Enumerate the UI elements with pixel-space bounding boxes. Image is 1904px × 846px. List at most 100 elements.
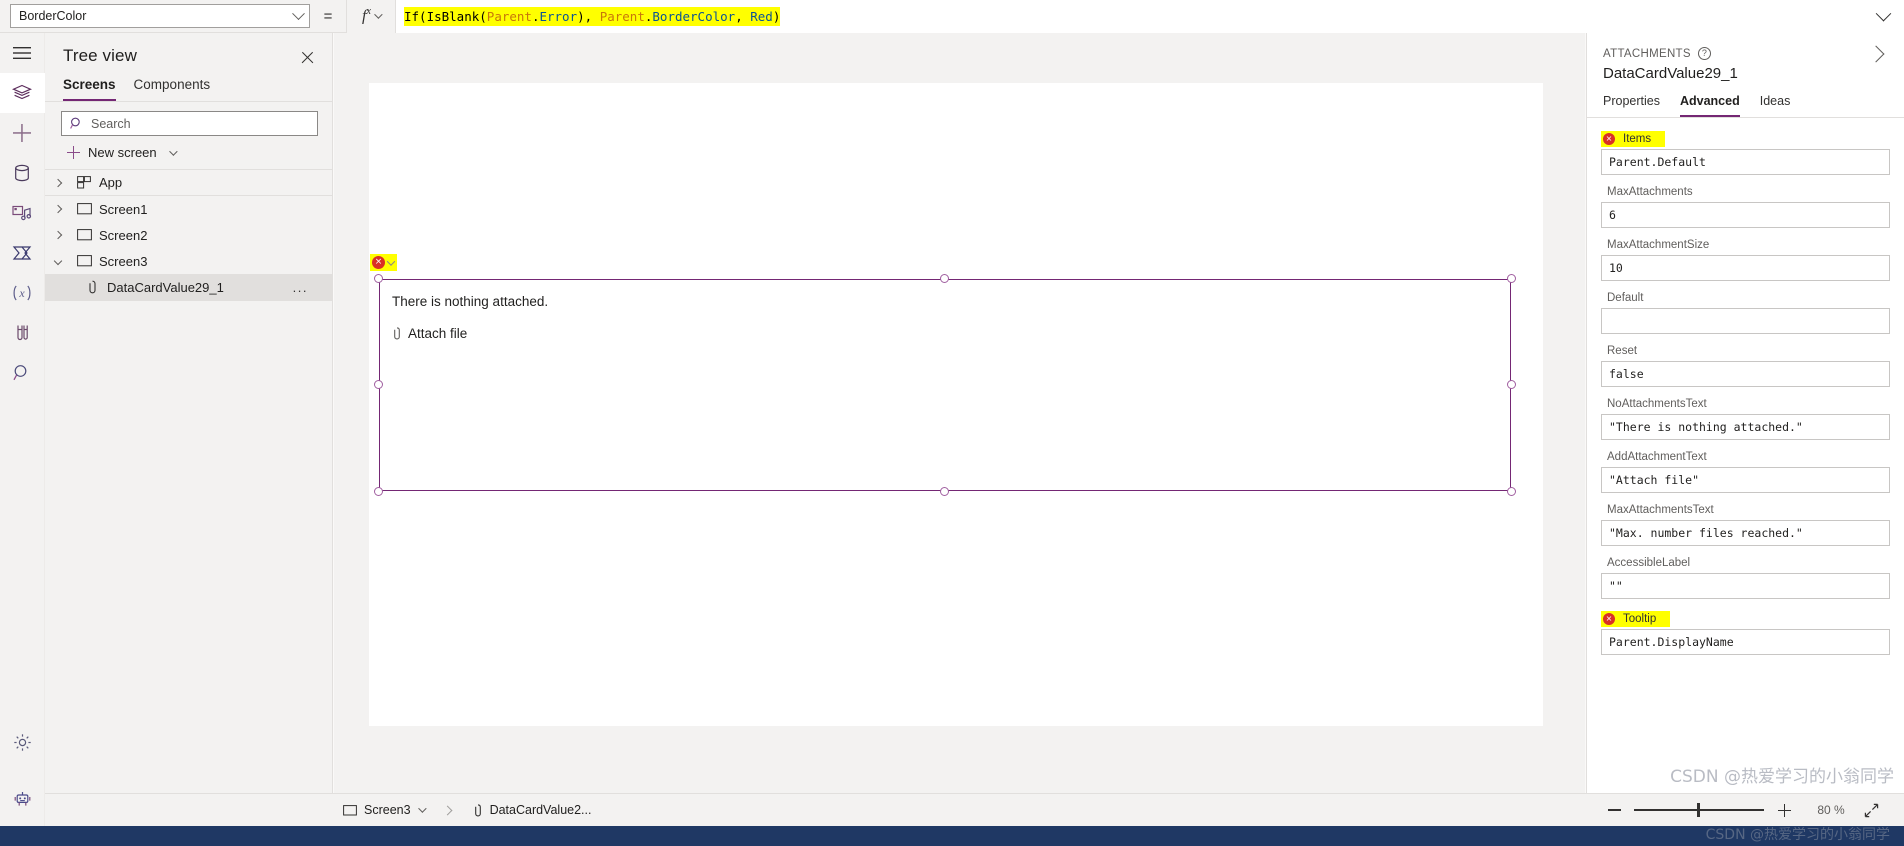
breadcrumb-label: DataCardValue2... — [489, 803, 592, 817]
zoom-slider-thumb[interactable] — [1697, 803, 1700, 817]
resize-handle-middle-left[interactable] — [374, 380, 383, 389]
canvas-error-badge[interactable]: × — [370, 254, 397, 271]
svg-text:x: x — [18, 286, 25, 300]
formula-expand-button[interactable] — [1862, 0, 1904, 33]
field-label-reset: Reset — [1607, 345, 1638, 357]
expand-toggle[interactable] — [45, 256, 71, 266]
resize-handle-bottom-middle[interactable] — [940, 487, 949, 496]
field-input-default[interactable] — [1601, 308, 1890, 334]
zoom-out-button[interactable] — [1600, 796, 1628, 824]
tree-node-app[interactable]: App — [45, 170, 332, 196]
formula-text: If(IsBlank(Parent.Error), Parent.BorderC… — [404, 6, 781, 26]
field-input-items[interactable]: Parent.Default — [1601, 149, 1890, 175]
chevron-down-icon — [374, 10, 383, 19]
field-label-text: Tooltip — [1623, 613, 1657, 625]
rail-item-data[interactable] — [0, 153, 45, 193]
app-screen-canvas[interactable]: × There is nothing attached. Attach file — [369, 83, 1543, 726]
field-label-maxattachmentsize: MaxAttachmentSize — [1607, 239, 1710, 251]
properties-field-list: × Items Parent.Default MaxAttachments 6 … — [1587, 118, 1904, 846]
field-label-maxattachments: MaxAttachments — [1607, 186, 1693, 198]
rail-item-power-automate[interactable] — [0, 233, 45, 273]
tree-view-title: Tree view — [63, 46, 137, 65]
media-icon — [12, 205, 32, 221]
close-icon[interactable] — [300, 50, 316, 66]
breadcrumb-item-datacardvalue[interactable]: DataCardValue2... — [473, 803, 592, 817]
zoom-in-button[interactable] — [1770, 796, 1798, 824]
field-input-accessiblelabel[interactable]: "" — [1601, 573, 1890, 599]
rail-item-settings[interactable] — [0, 722, 45, 762]
tree-view-tabs: Screens Components — [45, 66, 332, 102]
tree-node-datacardvalue29-1[interactable]: DataCardValue29_1 ... — [45, 274, 332, 300]
resize-handle-middle-right[interactable] — [1507, 380, 1516, 389]
resize-handle-top-right[interactable] — [1507, 274, 1516, 283]
hamburger-menu-icon — [13, 47, 31, 59]
rail-item-tests[interactable] — [0, 313, 45, 353]
property-dropdown[interactable]: BorderColor — [10, 4, 310, 28]
field-label-addattachmenttext: AddAttachmentText — [1607, 451, 1707, 463]
field-input-reset[interactable]: false — [1601, 361, 1890, 387]
plus-icon — [1777, 803, 1791, 817]
tree-node-screen3[interactable]: Screen3 — [45, 248, 332, 274]
attachments-control[interactable]: There is nothing attached. Attach file — [379, 279, 1511, 491]
resize-handle-bottom-right[interactable] — [1507, 487, 1516, 496]
field-default: Default — [1601, 290, 1890, 334]
chevron-down-icon — [1875, 5, 1891, 21]
power-automate-icon — [12, 246, 32, 260]
tab-ideas[interactable]: Ideas — [1760, 94, 1791, 117]
tab-screens[interactable]: Screens — [63, 77, 116, 101]
breadcrumb-item-screen3[interactable]: Screen3 — [343, 803, 427, 817]
attachment-icon — [394, 327, 400, 340]
canvas-area[interactable]: × There is nothing attached. Attach file — [334, 33, 1585, 813]
fx-button[interactable]: fx — [346, 0, 396, 33]
field-addattachmenttext: AddAttachmentText "Attach file" — [1601, 449, 1890, 493]
tab-properties[interactable]: Properties — [1603, 94, 1660, 117]
tree-node-screen1[interactable]: Screen1 — [45, 196, 332, 222]
tab-advanced[interactable]: Advanced — [1679, 94, 1740, 117]
chevron-down-icon — [168, 146, 178, 156]
chevron-right-icon — [53, 204, 63, 214]
expand-toggle[interactable] — [45, 178, 71, 187]
attachments-control-wrapper[interactable]: × There is nothing attached. Attach file — [370, 254, 1516, 496]
properties-panel-tabs: Properties Advanced Ideas — [1587, 82, 1904, 118]
rail-item-variables[interactable]: x — [0, 273, 45, 313]
properties-panel: ATTACHMENTS ? DataCardValue29_1 Properti… — [1586, 33, 1904, 813]
chevron-down-icon[interactable] — [417, 804, 427, 813]
rail-item-copilot[interactable] — [0, 780, 45, 820]
resize-handle-bottom-left[interactable] — [374, 487, 383, 496]
rail-item-insert[interactable] — [0, 113, 45, 153]
left-rail: x — [0, 33, 45, 846]
attachment-icon — [79, 280, 105, 294]
tree-view-list: App Screen1 Screen2 Screen3 DataCardValu… — [45, 170, 332, 301]
field-input-maxattachments[interactable]: 6 — [1601, 202, 1890, 228]
field-input-maxattachmentsize[interactable]: 10 — [1601, 255, 1890, 281]
search-input[interactable]: Search — [61, 111, 318, 136]
rail-item-search[interactable] — [0, 353, 45, 393]
error-icon: × — [1603, 613, 1615, 625]
expand-toggle[interactable] — [45, 204, 71, 214]
rail-item-tree-view[interactable] — [0, 73, 45, 113]
resize-handle-top-middle[interactable] — [940, 274, 949, 283]
attach-file-button[interactable]: Attach file — [392, 326, 467, 341]
formula-input[interactable]: If(IsBlank(Parent.Error), Parent.BorderC… — [396, 0, 1862, 33]
field-input-tooltip[interactable]: Parent.DisplayName — [1601, 629, 1890, 655]
field-items: × Items Parent.Default — [1601, 128, 1890, 175]
resize-handle-top-left[interactable] — [374, 274, 383, 283]
zoom-slider[interactable] — [1634, 800, 1764, 820]
tree-node-overflow-button[interactable]: ... — [293, 280, 308, 295]
field-input-addattachmenttext[interactable]: "Attach file" — [1601, 467, 1890, 493]
field-input-maxattachmentstext[interactable]: "Max. number files reached." — [1601, 520, 1890, 546]
rail-item-media[interactable] — [0, 193, 45, 233]
help-icon[interactable]: ? — [1697, 47, 1711, 60]
minus-icon — [1607, 809, 1621, 811]
tree-node-screen2[interactable]: Screen2 — [45, 222, 332, 248]
rail-item-hamburger-menu[interactable] — [0, 33, 45, 73]
field-label-noattachmentstext: NoAttachmentsText — [1607, 398, 1707, 410]
field-input-noattachmentstext[interactable]: "There is nothing attached." — [1601, 414, 1890, 440]
screen-icon — [343, 804, 357, 815]
expand-toggle[interactable] — [45, 230, 71, 240]
copilot-bot-icon — [14, 792, 30, 806]
fit-to-screen-button[interactable] — [1856, 796, 1886, 824]
error-icon: × — [1603, 133, 1615, 145]
new-screen-button[interactable]: New screen — [45, 136, 332, 170]
tab-components[interactable]: Components — [134, 77, 211, 101]
